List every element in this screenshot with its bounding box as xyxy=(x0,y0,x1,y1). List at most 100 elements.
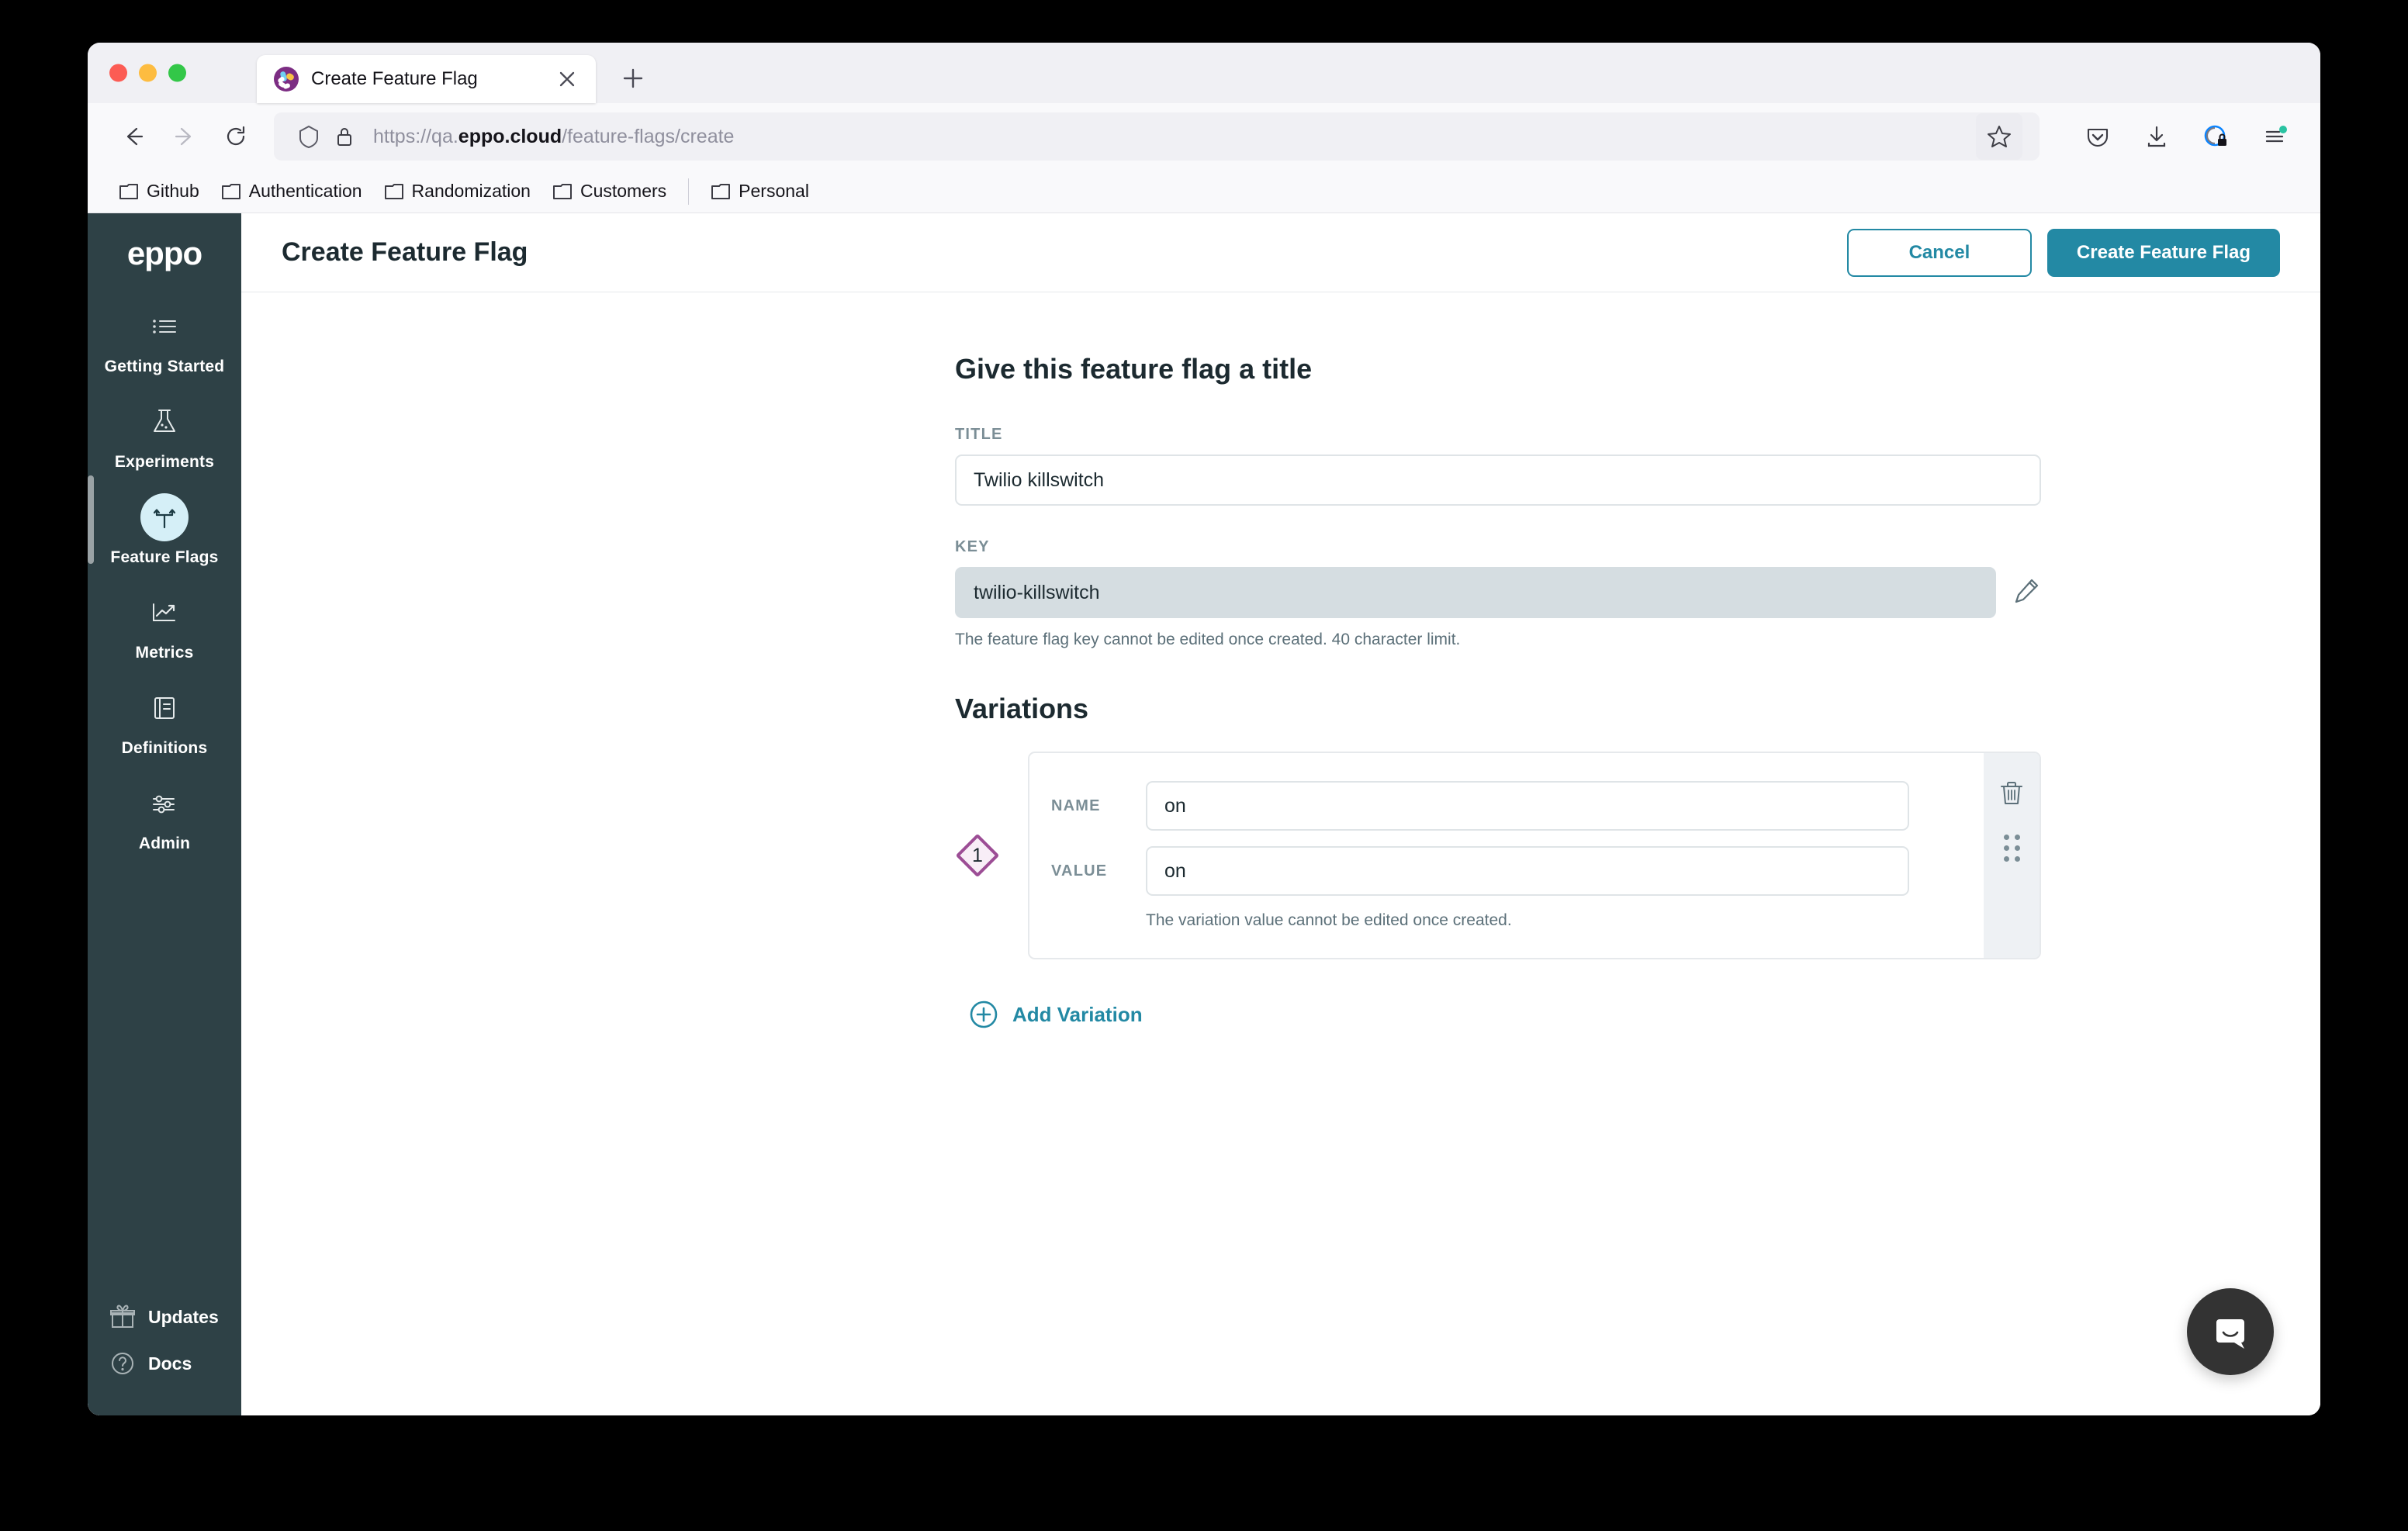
sidebar-item-label: Getting Started xyxy=(104,358,225,375)
sliders-icon xyxy=(140,779,189,828)
url-text: https://qa.eppo.cloud/feature-flags/crea… xyxy=(373,125,735,147)
drag-handle-icon[interactable] xyxy=(2003,835,2020,862)
trash-icon[interactable] xyxy=(1998,779,2025,811)
flask-icon xyxy=(140,398,189,446)
reload-button[interactable] xyxy=(212,112,260,161)
variations-section-title: Variations xyxy=(955,693,1089,724)
intercom-messenger-button[interactable] xyxy=(2187,1288,2274,1375)
bookmark-authentication[interactable]: Authentication xyxy=(212,175,372,207)
variation-card-body: NAME on VALUE on The variation value can… xyxy=(1029,753,1984,958)
question-circle-icon xyxy=(112,1353,133,1374)
bookmark-label: Personal xyxy=(739,181,809,201)
key-field-label: KEY xyxy=(955,538,990,555)
create-feature-flag-button[interactable]: Create Feature Flag xyxy=(2046,228,2280,277)
page-title: Create Feature Flag xyxy=(282,237,528,267)
sidebar-item-metrics[interactable]: Metrics xyxy=(88,579,241,674)
sidebar-bottom-section: Updates Docs xyxy=(88,1304,241,1415)
feature-flag-icon xyxy=(140,493,189,541)
bookmark-customers[interactable]: Customers xyxy=(543,175,676,207)
sidebar-item-updates[interactable]: Updates xyxy=(109,1304,219,1330)
browser-tab[interactable]: Create Feature Flag xyxy=(257,55,596,103)
folder-icon xyxy=(221,183,240,199)
back-button[interactable] xyxy=(109,112,157,161)
navigation-toolbar: https://qa.eppo.cloud/feature-flags/crea… xyxy=(88,103,2320,170)
sidebar-item-getting-started[interactable]: Getting Started xyxy=(88,292,241,388)
book-icon xyxy=(140,684,189,732)
variation-helper-text: The variation value cannot be edited onc… xyxy=(1146,911,1512,929)
bookmarks-separator xyxy=(688,178,690,205)
form-section-title: Give this feature flag a title xyxy=(955,353,1313,385)
toolbar-actions xyxy=(2074,112,2299,161)
variation-value-field: VALUE on xyxy=(1051,846,1984,896)
eppo-favicon-icon xyxy=(274,67,299,92)
sidebar-item-docs[interactable]: Docs xyxy=(109,1350,192,1377)
key-field-row: twilio-killswitch xyxy=(955,567,2041,618)
bookmark-star-icon[interactable] xyxy=(1976,113,2022,160)
app-sidebar: eppo Getting Started Experiments Feature… xyxy=(88,213,241,1415)
page-body: eppo Getting Started Experiments Feature… xyxy=(88,213,2320,1415)
browser-window: Create Feature Flag https://qa.eppo.clou… xyxy=(88,43,2320,1415)
pocket-save-icon[interactable] xyxy=(2074,112,2122,161)
variation-name-input[interactable]: on xyxy=(1146,781,1909,831)
bookmarks-bar: Github Authentication Randomization Cust… xyxy=(88,170,2320,213)
sidebar-scroll-indicator[interactable] xyxy=(88,475,94,564)
bookmark-github[interactable]: Github xyxy=(109,175,209,207)
bookmark-label: Randomization xyxy=(411,181,531,201)
form-content: Give this feature flag a title TITLE Twi… xyxy=(241,292,2320,1415)
sidebar-bottom-label: Updates xyxy=(148,1306,219,1327)
chat-bubble-icon xyxy=(2216,1319,2244,1349)
tab-close-icon[interactable] xyxy=(554,66,580,92)
variation-name-field: NAME on xyxy=(1051,781,1984,831)
maximize-window-button[interactable] xyxy=(168,64,186,82)
cancel-button[interactable]: Cancel xyxy=(1846,228,2032,277)
downloads-icon[interactable] xyxy=(2133,112,2181,161)
sidebar-item-label: Metrics xyxy=(135,644,194,662)
key-field-group: KEY twilio-killswitch The feature flag k… xyxy=(955,538,2041,649)
eppo-logo: eppo xyxy=(126,235,202,271)
bookmark-label: Github xyxy=(147,181,199,201)
url-bar[interactable]: https://qa.eppo.cloud/feature-flags/crea… xyxy=(274,112,2040,161)
title-field-group: TITLE Twilio killswitch xyxy=(955,426,2041,506)
window-traffic-lights xyxy=(109,64,186,82)
variation-name-label: NAME xyxy=(1051,797,1101,814)
folder-icon xyxy=(119,183,138,199)
variation-row: 1 NAME on VALUE on The variation value c… xyxy=(955,752,2041,959)
variation-value-label: VALUE xyxy=(1051,862,1108,880)
title-field-label: TITLE xyxy=(955,426,1003,443)
account-sync-icon[interactable] xyxy=(2192,112,2240,161)
sidebar-item-label: Experiments xyxy=(114,453,215,471)
sidebar-bottom-label: Docs xyxy=(148,1353,192,1374)
lock-icon[interactable] xyxy=(327,119,362,154)
title-input[interactable]: Twilio killswitch xyxy=(955,454,2041,506)
app-menu-icon[interactable] xyxy=(2251,112,2299,161)
variation-card-actions xyxy=(1984,753,2040,958)
folder-icon xyxy=(711,183,731,199)
add-variation-button[interactable]: Add Variation xyxy=(969,1000,2041,1029)
pencil-icon[interactable] xyxy=(2013,577,2041,609)
close-window-button[interactable] xyxy=(109,64,127,82)
folder-icon xyxy=(384,183,403,199)
minimize-window-button[interactable] xyxy=(139,64,157,82)
gift-icon xyxy=(110,1305,135,1328)
tab-title: Create Feature Flag xyxy=(311,68,478,89)
key-helper-text: The feature flag key cannot be edited on… xyxy=(955,631,1461,648)
bookmark-randomization[interactable]: Randomization xyxy=(375,175,540,207)
sidebar-item-label: Feature Flags xyxy=(110,548,219,566)
variation-card: NAME on VALUE on The variation value can… xyxy=(1028,752,2041,959)
new-tab-button[interactable] xyxy=(611,57,655,100)
variation-index-badge: 1 xyxy=(955,833,1000,878)
sidebar-item-feature-flags[interactable]: Feature Flags xyxy=(88,483,241,579)
bookmark-personal[interactable]: Personal xyxy=(701,175,818,207)
forward-button[interactable] xyxy=(161,112,209,161)
header-actions: Cancel Create Feature Flag xyxy=(1846,228,2280,277)
sidebar-item-experiments[interactable]: Experiments xyxy=(88,388,241,483)
sidebar-item-definitions[interactable]: Definitions xyxy=(88,674,241,769)
variation-value-input[interactable]: on xyxy=(1146,846,1909,896)
sidebar-item-label: Definitions xyxy=(121,739,208,757)
sidebar-item-admin[interactable]: Admin xyxy=(88,769,241,865)
tracking-protection-shield-icon[interactable] xyxy=(291,119,327,154)
add-variation-label: Add Variation xyxy=(1012,1002,1143,1026)
variation-index-number: 1 xyxy=(972,844,983,866)
key-input: twilio-killswitch xyxy=(955,567,1996,618)
page-header: Create Feature Flag Cancel Create Featur… xyxy=(241,213,2320,292)
